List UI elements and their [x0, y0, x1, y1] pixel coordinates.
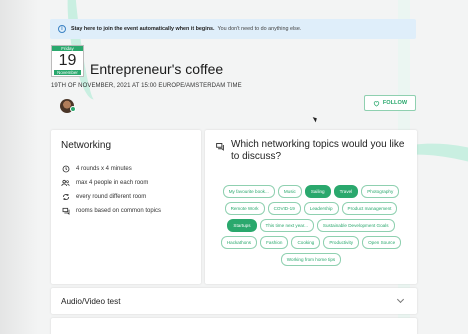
- networking-item-text: every round different room: [76, 194, 147, 200]
- topic-chip[interactable]: Working from home tips: [280, 253, 342, 266]
- topic-chip[interactable]: Productivity: [323, 236, 360, 249]
- topic-chip[interactable]: Sailing: [304, 185, 331, 198]
- topic-chip[interactable]: Photography: [361, 185, 400, 198]
- follow-button[interactable]: FOLLOW: [364, 95, 416, 111]
- networking-card: Networking 4 rounds x 4 minutes max 4 pe…: [51, 130, 201, 284]
- banner-bold-text: Stay here to join the event automaticall…: [71, 26, 215, 32]
- date-day: 19: [58, 52, 77, 69]
- chat-icon: [215, 141, 225, 151]
- screen: i Stay here to join the event automatica…: [0, 0, 468, 334]
- networking-list: 4 rounds x 4 minutes max 4 people in eac…: [61, 162, 191, 218]
- banner-text: You don't need to do anything else.: [217, 26, 302, 32]
- chevron-down-icon[interactable]: [396, 295, 405, 304]
- topic-chip[interactable]: Cooking: [291, 236, 321, 249]
- people-icon: [61, 179, 70, 188]
- info-banner: i Stay here to join the event automatica…: [50, 19, 416, 39]
- networking-item: max 4 people in each room: [61, 176, 191, 190]
- topic-chip[interactable]: Hackathons: [220, 236, 258, 249]
- event-title: Entrepreneur's coffee: [90, 61, 224, 77]
- networking-item: 4 rounds x 4 minutes: [61, 162, 191, 176]
- info-icon: i: [58, 25, 66, 33]
- networking-item-text: 4 rounds x 4 minutes: [76, 166, 132, 172]
- av-test-section[interactable]: Audio/Video test: [51, 288, 417, 314]
- refresh-icon: [61, 193, 70, 202]
- topics-title: Which networking topics would you like t…: [231, 139, 405, 162]
- chat-icon: [61, 207, 70, 216]
- networking-item-text: rooms based on common topics: [76, 208, 162, 214]
- avatar-status-badge: [70, 106, 76, 112]
- topic-chip[interactable]: Open Source: [362, 236, 402, 249]
- topics-header: Which networking topics would you like t…: [215, 139, 407, 163]
- networking-title: Networking: [61, 140, 112, 151]
- topic-chip[interactable]: COVID-19: [267, 202, 301, 215]
- heart-icon: [373, 100, 380, 107]
- clock-icon: [61, 165, 70, 174]
- left-shadow: [0, 0, 38, 334]
- topic-chip[interactable]: Remote Work: [224, 202, 265, 215]
- networking-item: rooms based on common topics: [61, 204, 191, 218]
- topic-chip[interactable]: Product management: [341, 202, 398, 215]
- topic-chip[interactable]: Sustainable Development Goals: [316, 219, 395, 232]
- networking-item-text: max 4 people in each room: [76, 180, 149, 186]
- topic-chip[interactable]: Leadership: [303, 202, 339, 215]
- mouse-cursor-icon: [312, 115, 319, 123]
- topic-chip[interactable]: My favourite book...: [222, 185, 275, 198]
- follow-label: FOLLOW: [382, 100, 408, 106]
- topic-chip[interactable]: Fashion: [260, 236, 289, 249]
- topic-chip-list: My favourite book... Music Sailing Travel Ph…: [215, 185, 407, 266]
- av-test-label: Audio/Video test: [61, 296, 121, 306]
- event-datetime: 19TH OF NOVEMBER, 2021 AT 15:00 EUROPE/A…: [51, 83, 242, 89]
- topics-card: Which networking topics would you like t…: [205, 130, 417, 284]
- topic-chip[interactable]: This time next year...: [259, 219, 314, 232]
- networking-item: every round different room: [61, 190, 191, 204]
- topic-chip[interactable]: Travel: [333, 185, 359, 198]
- topic-chip[interactable]: Music: [277, 185, 302, 198]
- date-badge: Friday 19 November: [51, 45, 84, 77]
- date-month: November: [54, 70, 81, 75]
- next-section: [51, 318, 417, 334]
- topic-chip[interactable]: Startups: [227, 219, 257, 232]
